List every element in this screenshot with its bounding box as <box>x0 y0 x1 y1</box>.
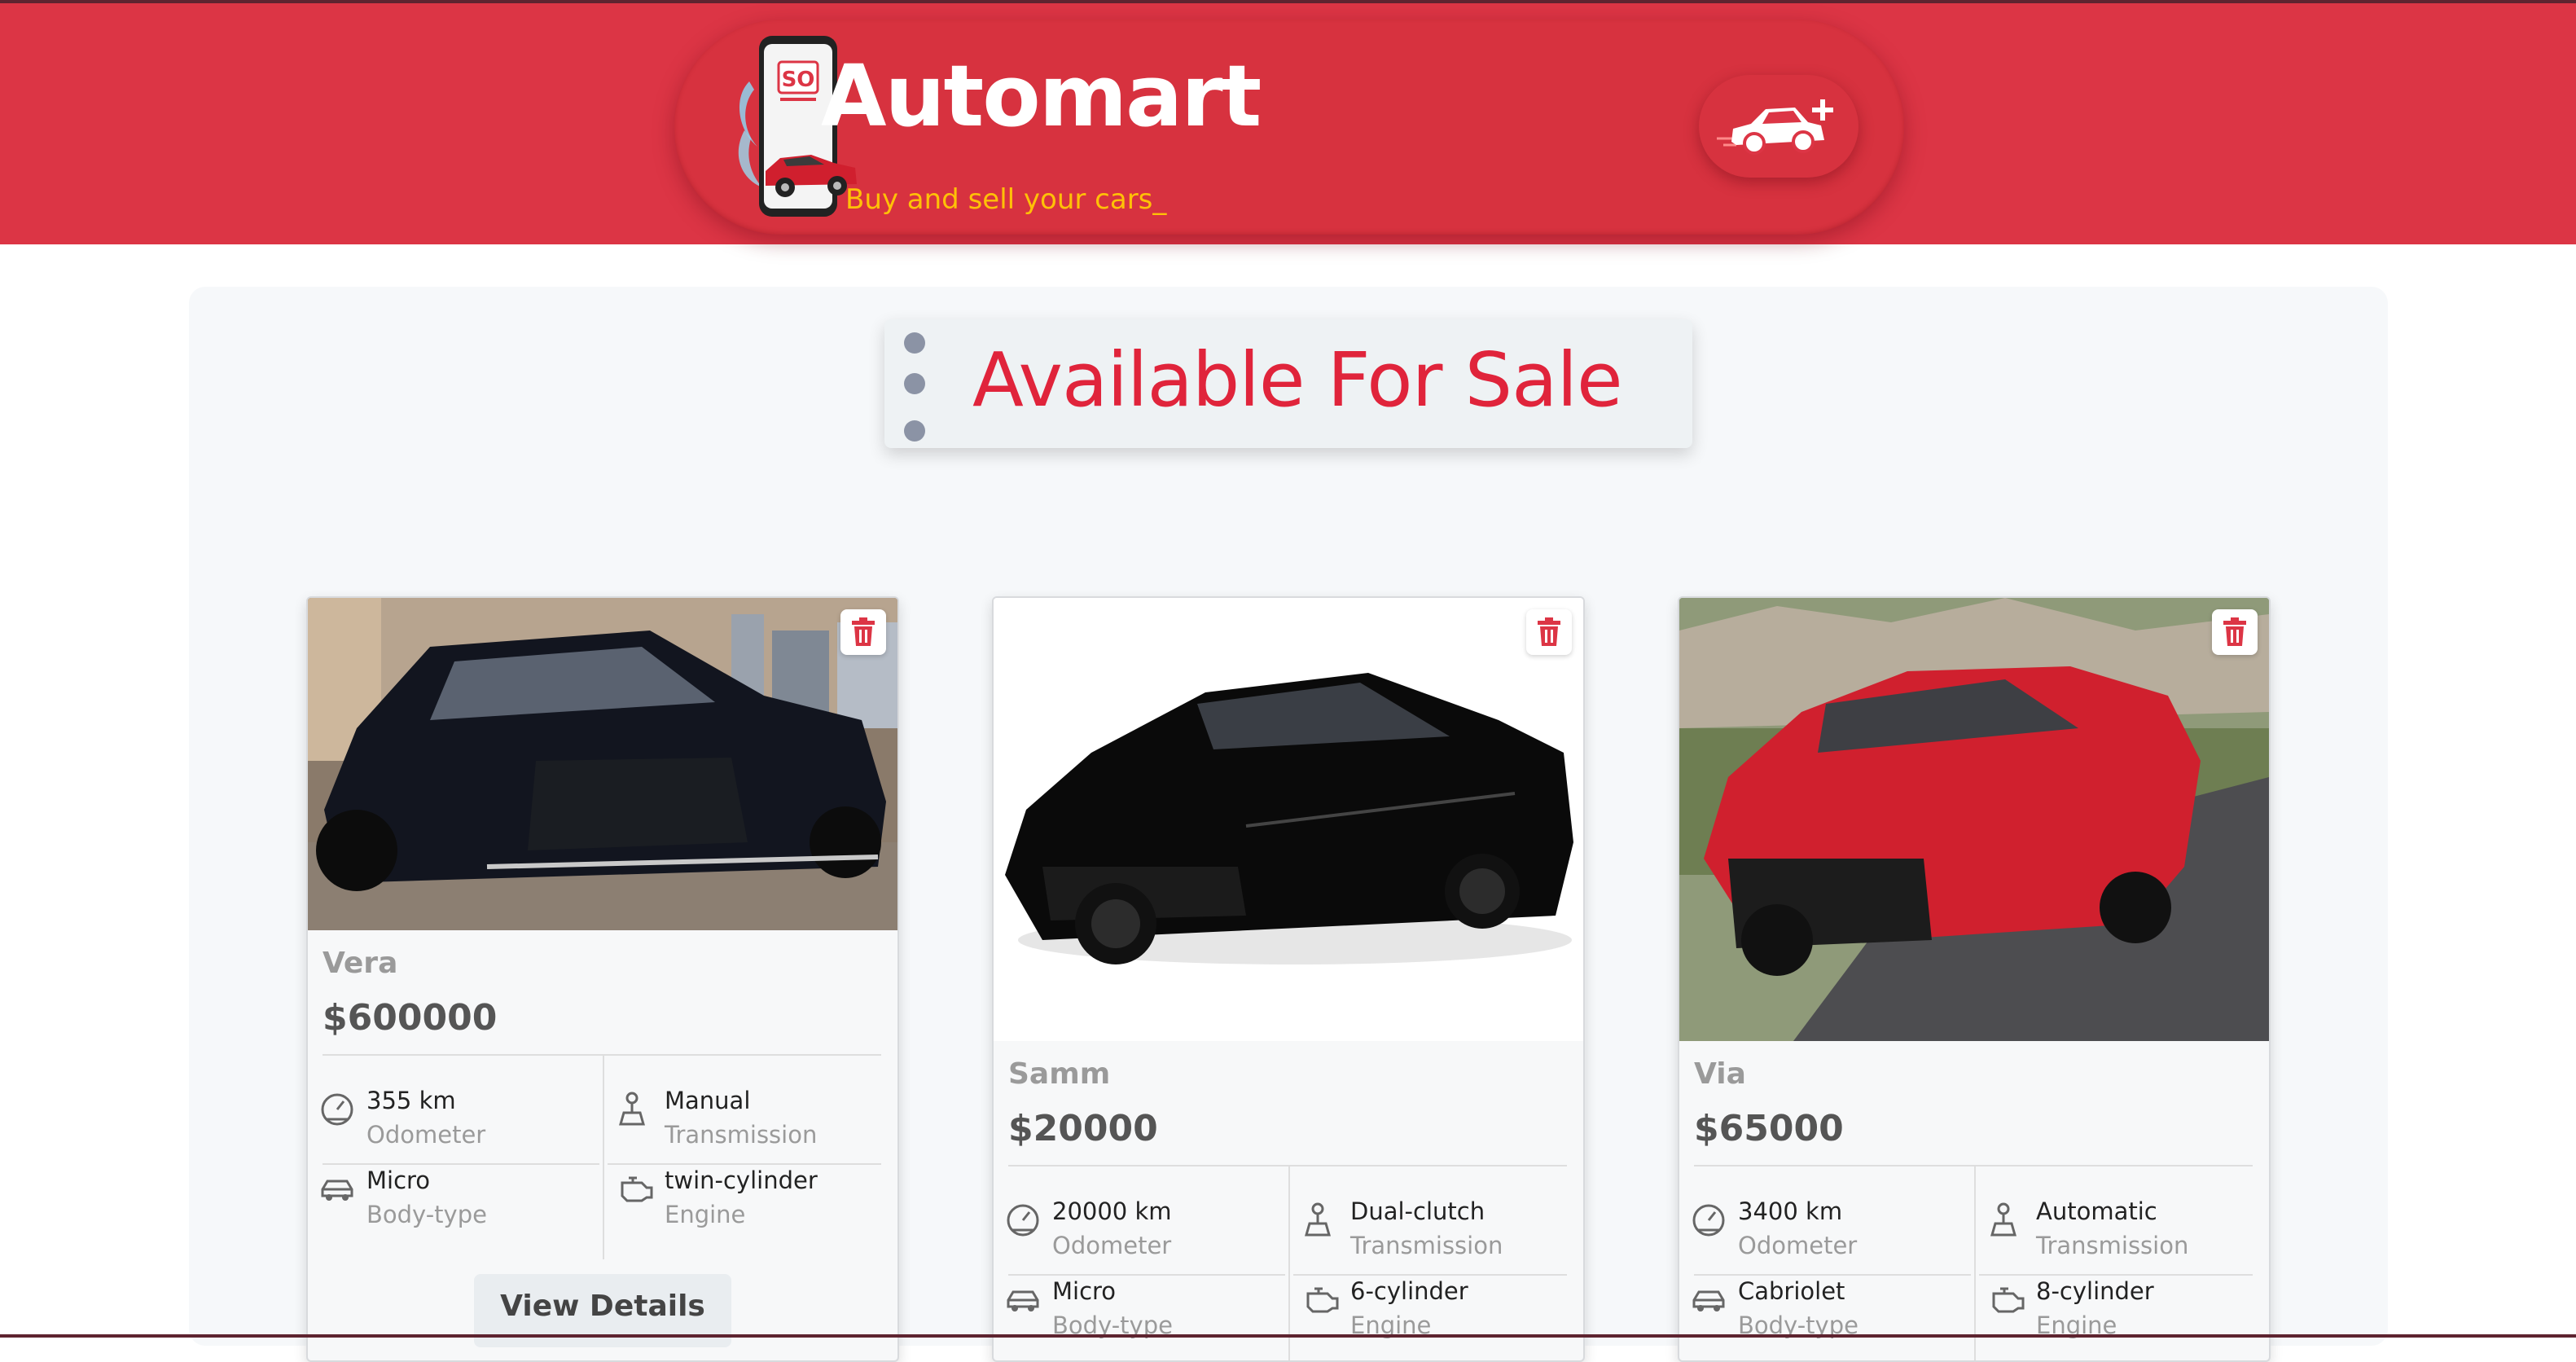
body-type-value: Micro <box>366 1166 431 1194</box>
delete-car-button[interactable] <box>2212 609 2258 655</box>
title-dot <box>904 373 925 394</box>
spec-body-type: Cabriolet Body-type <box>1691 1277 1959 1355</box>
title-dot <box>904 332 925 354</box>
divider <box>323 1163 599 1165</box>
car-icon <box>1692 1290 1725 1311</box>
odometer-value: 20000 km <box>1052 1197 1172 1225</box>
bottom-border <box>0 1334 2576 1338</box>
transmission-label: Transmission <box>1350 1232 1503 1259</box>
divider <box>608 1163 881 1165</box>
spec-odometer: 3400 km Odometer <box>1691 1197 1959 1276</box>
car-name: Via <box>1694 1057 1746 1091</box>
divider <box>323 1054 881 1056</box>
logo-badge-text: SO <box>782 68 815 92</box>
spec-engine: 6-cylinder Engine <box>1303 1277 1572 1355</box>
body-type-label: Body-type <box>366 1201 487 1228</box>
body-type-value: Cabriolet <box>1738 1277 1845 1305</box>
car-icon <box>321 1180 353 1201</box>
odometer-value: 3400 km <box>1738 1197 1843 1225</box>
divider <box>1288 1166 1290 1360</box>
gear-shift-icon <box>1990 1202 2016 1237</box>
engine-icon <box>621 1176 653 1202</box>
brand-tagline: Buy and sell your cars_ <box>845 183 1167 216</box>
gear-shift-icon <box>1305 1202 1331 1237</box>
spec-transmission: Dual-clutch Transmission <box>1303 1197 1572 1276</box>
speedometer-icon <box>1692 1204 1725 1237</box>
car-card[interactable]: Vera $600000 355 km Odometer Manual Tran… <box>306 596 899 1362</box>
brand-title[interactable]: Automart <box>821 39 1262 153</box>
divider <box>1008 1165 1567 1166</box>
engine-value: twin-cylinder <box>665 1166 818 1194</box>
speedometer-icon <box>321 1093 353 1126</box>
engine-icon <box>1306 1287 1339 1313</box>
car-card[interactable]: Samm $20000 20000 km Odometer Dual-clutc… <box>992 596 1585 1362</box>
spec-odometer: 20000 km Odometer <box>1005 1197 1274 1276</box>
car-price: $20000 <box>1008 1108 1158 1149</box>
spec-odometer: 355 km Odometer <box>319 1087 588 1165</box>
body-type-value: Micro <box>1052 1277 1117 1305</box>
divider <box>1293 1274 1567 1276</box>
spec-transmission: Automatic Transmission <box>1989 1197 2258 1276</box>
car-price: $600000 <box>323 997 498 1039</box>
spec-engine: twin-cylinder Engine <box>617 1166 886 1245</box>
trash-icon <box>2223 617 2246 646</box>
car-icon <box>1007 1290 1039 1311</box>
car-photo[interactable] <box>1679 598 2269 1041</box>
delete-car-button[interactable] <box>1526 609 1572 655</box>
car-card[interactable]: Via $65000 3400 km Odometer Automatic Tr… <box>1678 596 2271 1362</box>
transmission-label: Transmission <box>665 1121 818 1149</box>
car-price: $65000 <box>1694 1108 1844 1149</box>
car-photo[interactable] <box>308 598 897 930</box>
divider <box>1008 1274 1285 1276</box>
title-dot <box>904 420 925 442</box>
engine-icon <box>1992 1287 2025 1313</box>
speedometer-icon <box>1007 1204 1039 1237</box>
odometer-label: Odometer <box>1052 1232 1172 1259</box>
add-car-button[interactable] <box>1699 75 1858 178</box>
spec-transmission: Manual Transmission <box>617 1087 886 1165</box>
car-photo[interactable] <box>994 598 1583 1041</box>
divider <box>1694 1274 1971 1276</box>
divider <box>1974 1166 1976 1360</box>
site-header: SO Automart Buy and sell your cars_ <box>0 3 2576 244</box>
spec-body-type: Micro Body-type <box>319 1166 588 1245</box>
trash-icon <box>1538 617 1560 646</box>
odometer-label: Odometer <box>1738 1232 1858 1259</box>
trash-icon <box>852 617 875 646</box>
add-car-icon <box>1717 99 1833 155</box>
car-name: Samm <box>1008 1057 1111 1091</box>
divider <box>1979 1274 2253 1276</box>
section-title: Available For Sale <box>972 336 1623 424</box>
transmission-value: Dual-clutch <box>1350 1197 1485 1225</box>
transmission-value: Manual <box>665 1087 751 1114</box>
spec-body-type: Micro Body-type <box>1005 1277 1274 1355</box>
transmission-value: Automatic <box>2036 1197 2157 1225</box>
engine-value: 8-cylinder <box>2036 1277 2154 1305</box>
divider <box>603 1056 604 1259</box>
engine-label: Engine <box>665 1201 746 1228</box>
odometer-value: 355 km <box>366 1087 456 1114</box>
delete-car-button[interactable] <box>840 609 886 655</box>
car-name: Vera <box>323 947 398 980</box>
divider <box>1694 1165 2253 1166</box>
transmission-label: Transmission <box>2036 1232 2189 1259</box>
section-title-card: Available For Sale <box>884 319 1692 448</box>
odometer-label: Odometer <box>366 1121 486 1149</box>
spec-engine: 8-cylinder Engine <box>1989 1277 2258 1355</box>
engine-value: 6-cylinder <box>1350 1277 1468 1305</box>
gear-shift-icon <box>619 1092 645 1126</box>
